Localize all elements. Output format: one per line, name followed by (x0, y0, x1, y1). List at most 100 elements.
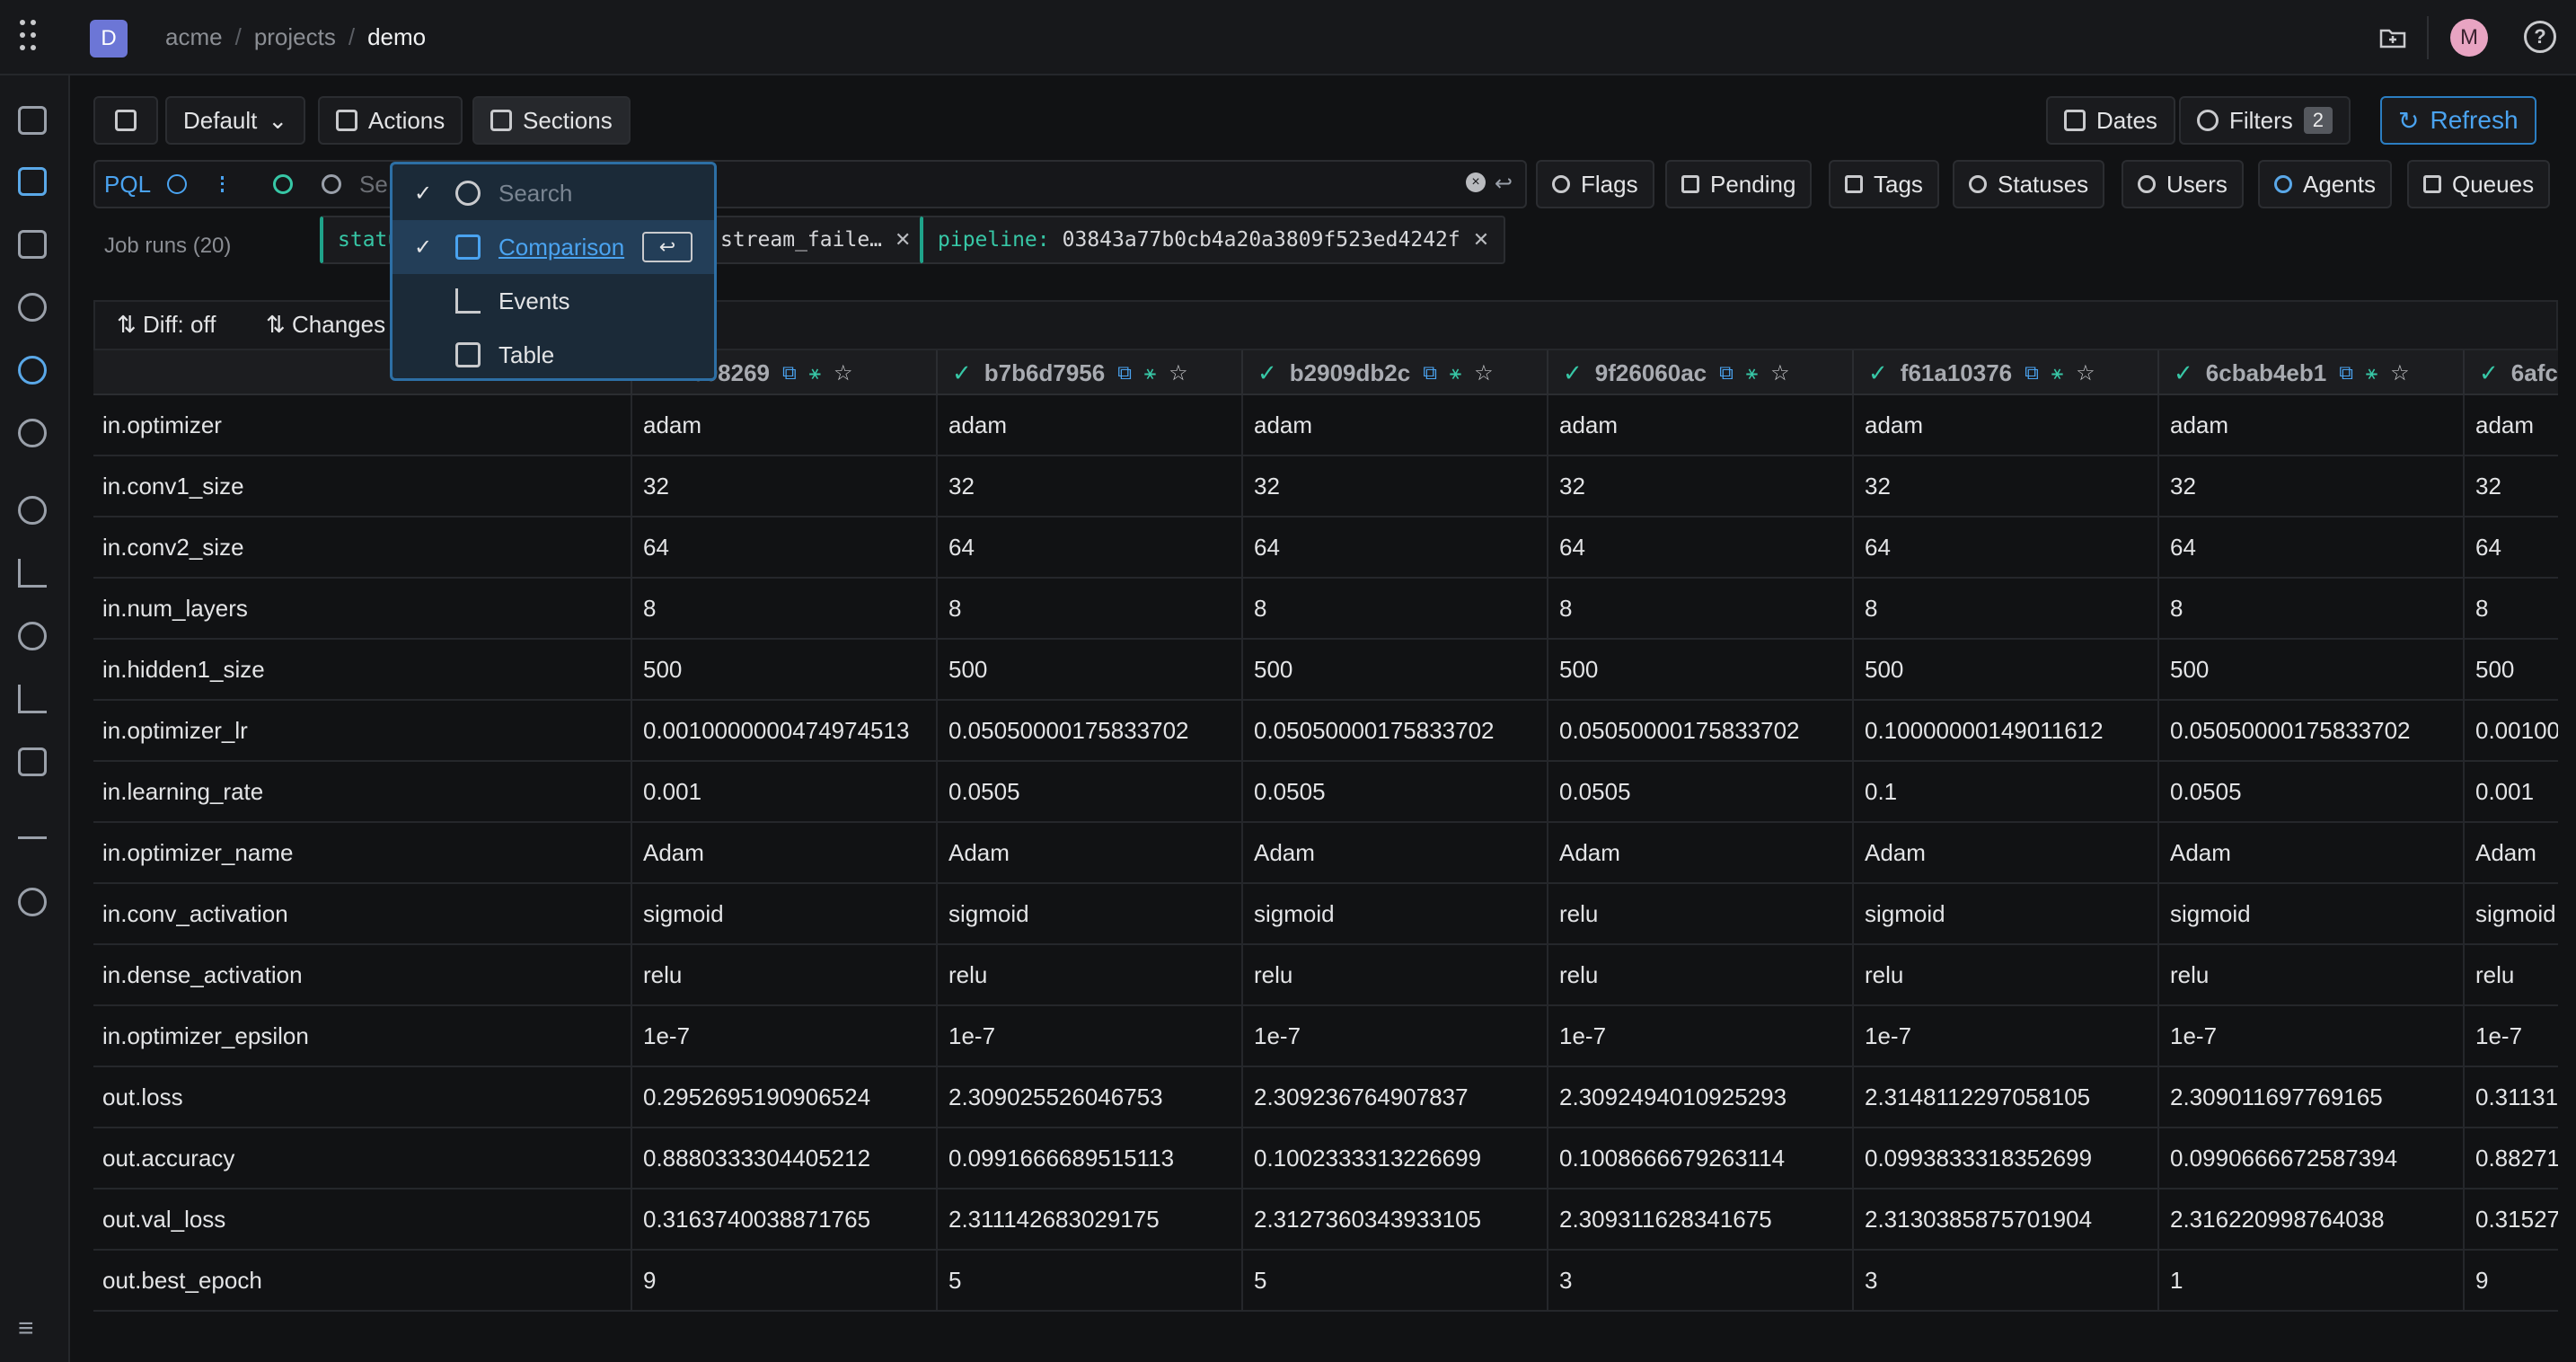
table-row: in.optimizer adam adam adam adam adam adam adam (93, 395, 2558, 456)
table-cell: 32 (1852, 456, 2157, 516)
table-cell: 64 (1852, 517, 2157, 577)
pending-filter[interactable]: Pending (1665, 160, 1813, 208)
external-link-icon[interactable]: ⧉ (2339, 361, 2353, 385)
history-icon[interactable] (18, 622, 47, 650)
live-query-icon[interactable] (273, 174, 293, 194)
star-icon[interactable]: ☆ (2390, 360, 2410, 386)
run-uuid[interactable]: b2909db2c (1290, 359, 1410, 387)
collapse-sidebar-icon[interactable]: ≡ (18, 1313, 34, 1344)
org-avatar[interactable]: D (90, 20, 128, 57)
queues-filter[interactable]: Queues (2407, 160, 2551, 208)
pql-help-icon[interactable] (167, 174, 187, 194)
star-icon[interactable]: ☆ (1169, 360, 1188, 386)
star-icon[interactable]: ☆ (834, 360, 853, 386)
menu-item-table[interactable]: Table (393, 328, 714, 382)
table-cell: 0.0505 (936, 762, 1241, 821)
runs-icon[interactable] (18, 167, 47, 196)
bar-chart-icon[interactable] (18, 685, 47, 713)
table-cell: relu (1547, 884, 1852, 943)
preset-select[interactable]: Default ⌄ (165, 96, 306, 145)
menu-item-comparison[interactable]: ✓ Comparison ↩ (393, 220, 714, 274)
pql-label[interactable]: PQL (104, 171, 151, 199)
compare-icon[interactable]: ⚹ (2051, 361, 2063, 385)
run-uuid[interactable]: 6afc (2511, 359, 2558, 387)
star-icon[interactable]: ☆ (2076, 360, 2095, 386)
changes-label: Changes (292, 311, 386, 338)
save-preset-button[interactable] (93, 96, 158, 145)
run-column-header[interactable]: ✓ b2909db2c ⧉ ⚹ ☆ (1241, 350, 1547, 395)
analytics-icon[interactable] (18, 559, 47, 588)
enter-icon[interactable]: ↩ (1495, 171, 1513, 197)
compare-icon[interactable]: ⚹ (2366, 361, 2378, 385)
refresh-button[interactable]: ↻ Refresh (2380, 96, 2536, 145)
statuses-filter[interactable]: Statuses (1953, 160, 2105, 208)
list-view-icon[interactable] (221, 176, 241, 192)
breadcrumb-project[interactable]: demo (367, 23, 426, 51)
table-cell: relu (631, 945, 936, 1004)
filter-tag-status-value[interactable]: stream_faile… ✕ (704, 216, 928, 264)
job-runs-count[interactable]: Job runs (20) (104, 234, 231, 259)
dates-button[interactable]: Dates (2046, 96, 2175, 145)
run-column-header[interactable]: ✓ 9f26060ac ⧉ ⚹ ☆ (1547, 350, 1852, 395)
compare-icon[interactable]: ⚹ (1746, 361, 1758, 385)
remove-filter-icon[interactable]: ✕ (895, 228, 911, 252)
run-uuid[interactable]: f61a10376 (1901, 359, 2012, 387)
run-uuid[interactable]: 6cbab4eb1 (2206, 359, 2326, 387)
pql-search-input[interactable]: Se (359, 171, 388, 199)
help-icon[interactable]: ? (2524, 21, 2556, 53)
run-uuid[interactable]: 9f26060ac (1595, 359, 1707, 387)
users-filter[interactable]: Users (2122, 160, 2244, 208)
star-icon[interactable]: ☆ (1770, 360, 1790, 386)
tags-filter[interactable]: Tags (1829, 160, 1939, 208)
external-link-icon[interactable]: ⧉ (1423, 361, 1437, 385)
diff-label: Diff: off (143, 311, 216, 338)
table-cell: 500 (1547, 640, 1852, 699)
compare-icon[interactable]: ⚹ (1144, 361, 1156, 385)
run-column-header[interactable]: ✓6afc⧉⚹☆ (2463, 350, 2558, 395)
connections-icon[interactable] (18, 419, 47, 447)
star-icon[interactable]: ☆ (1474, 360, 1494, 386)
info-icon[interactable] (18, 106, 47, 135)
flags-label: Flags (1581, 170, 1638, 198)
agents-filter[interactable]: Agents (2258, 160, 2392, 208)
pql-search-bar[interactable] (93, 160, 1527, 208)
sections-button[interactable]: Sections (472, 96, 631, 145)
success-check-icon: ✓ (1868, 358, 1888, 386)
breadcrumb-projects[interactable]: projects (254, 23, 336, 51)
sections-search[interactable]: ✓ Search (393, 166, 714, 220)
dashboard-icon[interactable] (18, 230, 47, 259)
diff-toggle[interactable]: ⇅ Diff: off (117, 311, 216, 339)
table-cell: Adam (2157, 823, 2463, 882)
breadcrumb-org[interactable]: acme (165, 23, 223, 51)
external-link-icon[interactable]: ⧉ (1719, 361, 1734, 385)
external-link-icon[interactable]: ⧉ (782, 361, 797, 385)
menu-item-events[interactable]: Events (393, 274, 714, 328)
agents-icon[interactable] (18, 356, 47, 385)
search-icon[interactable] (18, 496, 47, 525)
clear-search-icon[interactable]: × (1466, 172, 1486, 192)
remove-filter-icon[interactable]: ✕ (1473, 228, 1489, 252)
actions-button[interactable]: Actions (318, 96, 463, 145)
user-avatar[interactable]: M (2450, 19, 2488, 57)
folder-icon[interactable] (2378, 23, 2407, 52)
compare-icon[interactable]: ⚹ (809, 361, 821, 385)
run-column-header[interactable]: ✓ b7b6d7956 ⧉ ⚹ ☆ (936, 350, 1241, 395)
row-key: in.conv2_size (102, 533, 244, 561)
run-column-header[interactable]: ✓ 6cbab4eb1 ⧉ ⚹ ☆ (2157, 350, 2463, 395)
dag-icon[interactable] (18, 293, 47, 322)
filter-tag-pipeline[interactable]: pipeline: 03843a77b0cb4a20a3809f523ed424… (920, 216, 1506, 264)
flags-filter[interactable]: Flags (1536, 160, 1654, 208)
changes-toggle[interactable]: ⇅ Changes (266, 311, 385, 339)
external-link-icon[interactable]: ⧉ (1117, 361, 1132, 385)
external-link-icon[interactable]: ⧉ (2025, 361, 2039, 385)
table-cell: relu (936, 945, 1241, 1004)
settings-icon[interactable] (18, 888, 47, 916)
run-column-header[interactable]: ✓ f61a10376 ⧉ ⚹ ☆ (1852, 350, 2157, 395)
row-key: in.num_layers (102, 594, 248, 622)
terminal-icon[interactable] (18, 810, 47, 839)
run-uuid[interactable]: b7b6d7956 (984, 359, 1105, 387)
apps-grid-icon[interactable] (20, 20, 45, 56)
filters-button[interactable]: Filters 2 (2179, 96, 2351, 145)
table-icon[interactable] (18, 747, 47, 776)
compare-icon[interactable]: ⚹ (1450, 361, 1461, 385)
